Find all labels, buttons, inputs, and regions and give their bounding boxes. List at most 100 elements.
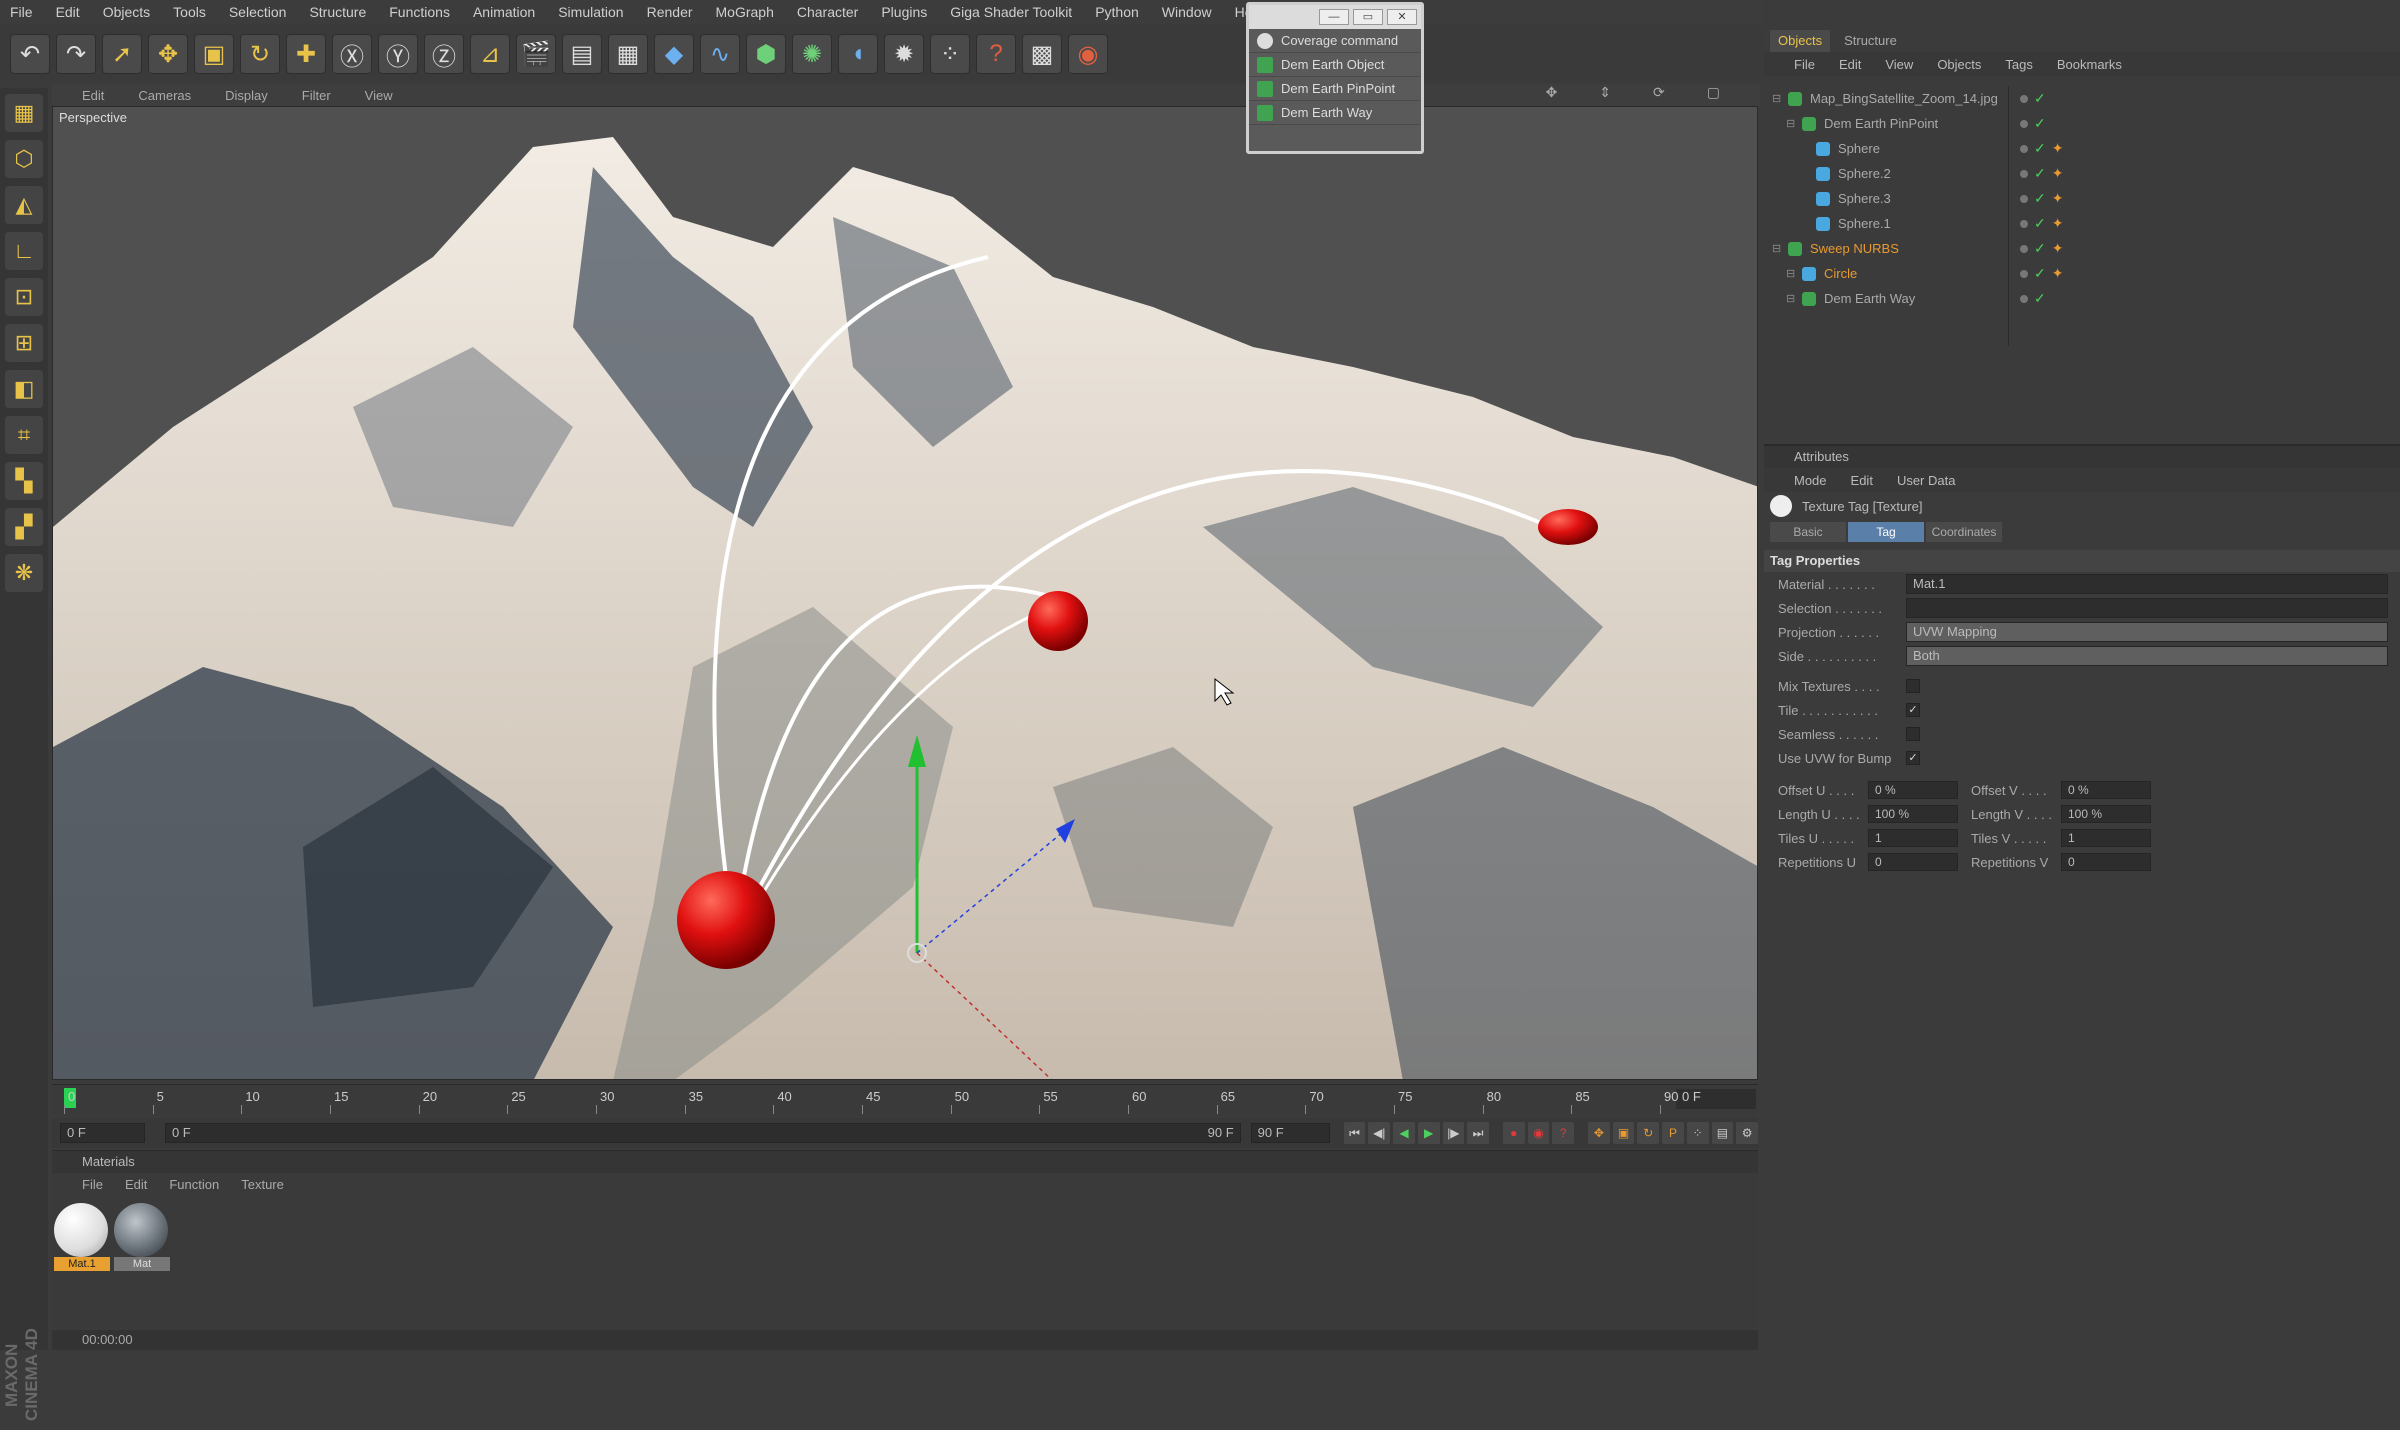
timeline-ruler[interactable]: 0 F 0 5 10 15 20 25 30 35 40 45 50 55 60 65 70 75 80 85 90	[52, 1084, 1758, 1114]
objects-menu-objects[interactable]: Objects	[1937, 57, 1981, 72]
objects-menu-view[interactable]: View	[1885, 57, 1913, 72]
menu-window[interactable]: Window	[1162, 4, 1212, 20]
object-row[interactable]: Sphere.1	[1764, 211, 2010, 236]
checkbox[interactable]: ✓	[1906, 751, 1920, 765]
menu-python[interactable]: Python	[1095, 4, 1139, 20]
attr-menu-edit[interactable]: Edit	[1851, 473, 1873, 488]
move-tool-icon[interactable]: ✥	[148, 34, 188, 74]
enabled-check-icon[interactable]: ✓	[2034, 140, 2046, 157]
enabled-check-icon[interactable]: ✓	[2034, 165, 2046, 182]
orbit-icon[interactable]: ⟳	[1653, 84, 1665, 106]
enabled-check-icon[interactable]: ✓	[2034, 190, 2046, 207]
x-axis-icon[interactable]: Ⓧ	[332, 34, 372, 74]
menu-giga-shader-toolkit[interactable]: Giga Shader Toolkit	[950, 4, 1072, 20]
xpresso-icon[interactable]: ▩	[1022, 34, 1062, 74]
menu-file[interactable]: File	[10, 4, 33, 20]
uv-parameter-field[interactable]: 0	[1868, 853, 1958, 871]
dolly-icon[interactable]: ⇕	[1599, 84, 1611, 106]
objects-menu-edit[interactable]: Edit	[1839, 57, 1861, 72]
scale-key-icon[interactable]: ▣	[1612, 1122, 1635, 1144]
current-frame-field[interactable]: 0 F	[1676, 1089, 1756, 1109]
tab-objects[interactable]: Objects	[1770, 30, 1831, 52]
keyframe-selection-icon[interactable]: ?	[1552, 1122, 1575, 1144]
model-mode-icon[interactable]: ⬡	[5, 140, 43, 178]
tag-icon[interactable]: ✦	[2052, 265, 2064, 282]
menu-edit[interactable]: Edit	[56, 4, 80, 20]
visibility-dot-icon[interactable]	[2020, 269, 2028, 278]
go-to-start-icon[interactable]: ⏮	[1343, 1122, 1366, 1144]
property-value-field[interactable]: Both	[1906, 646, 2388, 666]
visibility-dot-icon[interactable]	[2020, 169, 2028, 178]
uv-parameter-field[interactable]: 0 %	[2061, 781, 2151, 799]
expand-icon[interactable]: ⊟	[1772, 242, 1784, 255]
enabled-check-icon[interactable]: ✓	[2034, 90, 2046, 107]
object-row[interactable]: Sphere.3	[1764, 186, 2010, 211]
property-value-field[interactable]: UVW Mapping	[1906, 622, 2388, 642]
select-tool-icon[interactable]: ➚	[102, 34, 142, 74]
nurbs-icon[interactable]: ⬢	[746, 34, 786, 74]
cube-icon[interactable]: ◆	[654, 34, 694, 74]
restore-icon[interactable]: ▭	[1353, 9, 1383, 25]
viewport-menu-display[interactable]: Display	[225, 88, 268, 103]
scale-tool-icon[interactable]: ▣	[194, 34, 234, 74]
rotation-key-icon[interactable]: ↻	[1637, 1122, 1660, 1144]
y-axis-icon[interactable]: Ⓨ	[378, 34, 418, 74]
environment-icon[interactable]: ✹	[884, 34, 924, 74]
prev-key-icon[interactable]: ◀|	[1368, 1122, 1391, 1144]
menu-functions[interactable]: Functions	[389, 4, 450, 20]
object-row[interactable]: ⊟ Dem Earth Way	[1764, 286, 2010, 311]
uv-parameter-field[interactable]: 0	[2061, 853, 2151, 871]
undo-icon[interactable]: ↶	[10, 34, 50, 74]
material-menu-file[interactable]: File	[82, 1177, 103, 1192]
tag-icon[interactable]: ✦	[2052, 240, 2064, 257]
checkbox[interactable]: ✓	[1906, 703, 1920, 717]
record-icon[interactable]: ●	[1502, 1122, 1525, 1144]
close-icon[interactable]: ✕	[1387, 9, 1417, 25]
viewport-menu-edit[interactable]: Edit	[82, 88, 104, 103]
tab-tag[interactable]: Tag	[1848, 522, 1924, 542]
play-backward-icon[interactable]: ◀	[1393, 1122, 1415, 1144]
z-axis-icon[interactable]: Ⓩ	[424, 34, 464, 74]
material-menu-function[interactable]: Function	[169, 1177, 219, 1192]
tab-basic[interactable]: Basic	[1770, 522, 1846, 542]
render-picture-viewer-icon[interactable]: ▤	[562, 34, 602, 74]
checkbox[interactable]	[1906, 727, 1920, 741]
object-row[interactable]: ⊟ Dem Earth PinPoint	[1764, 111, 2010, 136]
menu-render[interactable]: Render	[647, 4, 693, 20]
enabled-check-icon[interactable]: ✓	[2034, 115, 2046, 132]
redo-icon[interactable]: ↷	[56, 34, 96, 74]
enabled-check-icon[interactable]: ✓	[2034, 265, 2046, 282]
expand-icon[interactable]: ⊟	[1786, 117, 1798, 130]
autokey-icon[interactable]: ◉	[1527, 1122, 1550, 1144]
enabled-check-icon[interactable]: ✓	[2034, 215, 2046, 232]
visibility-dot-icon[interactable]	[2020, 194, 2028, 203]
visibility-dot-icon[interactable]	[2020, 119, 2028, 128]
tag-icon[interactable]: ✦	[2052, 190, 2064, 207]
object-row[interactable]: ⊟ Sweep NURBS	[1764, 236, 2010, 261]
popup-item-dem-earth-way[interactable]: Dem Earth Way	[1249, 101, 1421, 125]
tab-structure[interactable]: Structure	[1836, 30, 1905, 52]
menu-simulation[interactable]: Simulation	[558, 4, 623, 20]
edges-mode-icon[interactable]: ⊞	[5, 324, 43, 362]
object-mode-icon[interactable]: ◭	[5, 186, 43, 224]
viewport-layout-icon[interactable]: ▦	[5, 94, 43, 132]
popup-item-coverage[interactable]: Coverage command	[1249, 29, 1421, 53]
position-key-icon[interactable]: ✥	[1588, 1122, 1610, 1144]
axis-mode-icon[interactable]: ∟	[5, 232, 43, 270]
start-frame-field[interactable]: 0 F	[60, 1123, 145, 1143]
visibility-dot-icon[interactable]	[2020, 244, 2028, 253]
checkbox[interactable]	[1906, 679, 1920, 693]
menu-objects[interactable]: Objects	[103, 4, 150, 20]
popup-item-dem-earth-object[interactable]: Dem Earth Object	[1249, 53, 1421, 77]
object-row[interactable]: ⊟ Map_BingSatellite_Zoom_14.jpg	[1764, 86, 2010, 111]
viewport-menu-cameras[interactable]: Cameras	[138, 88, 191, 103]
parameter-key-icon[interactable]: P	[1662, 1122, 1684, 1144]
uv-parameter-field[interactable]: 1	[1868, 829, 1958, 847]
enabled-check-icon[interactable]: ✓	[2034, 290, 2046, 307]
menu-selection[interactable]: Selection	[229, 4, 287, 20]
expand-icon[interactable]: ⊟	[1786, 292, 1798, 305]
array-icon[interactable]: ✺	[792, 34, 832, 74]
play-forward-icon[interactable]: ▶	[1417, 1122, 1440, 1144]
add-icon[interactable]: ✚	[286, 34, 326, 74]
go-to-end-icon[interactable]: ⏭	[1467, 1122, 1489, 1144]
